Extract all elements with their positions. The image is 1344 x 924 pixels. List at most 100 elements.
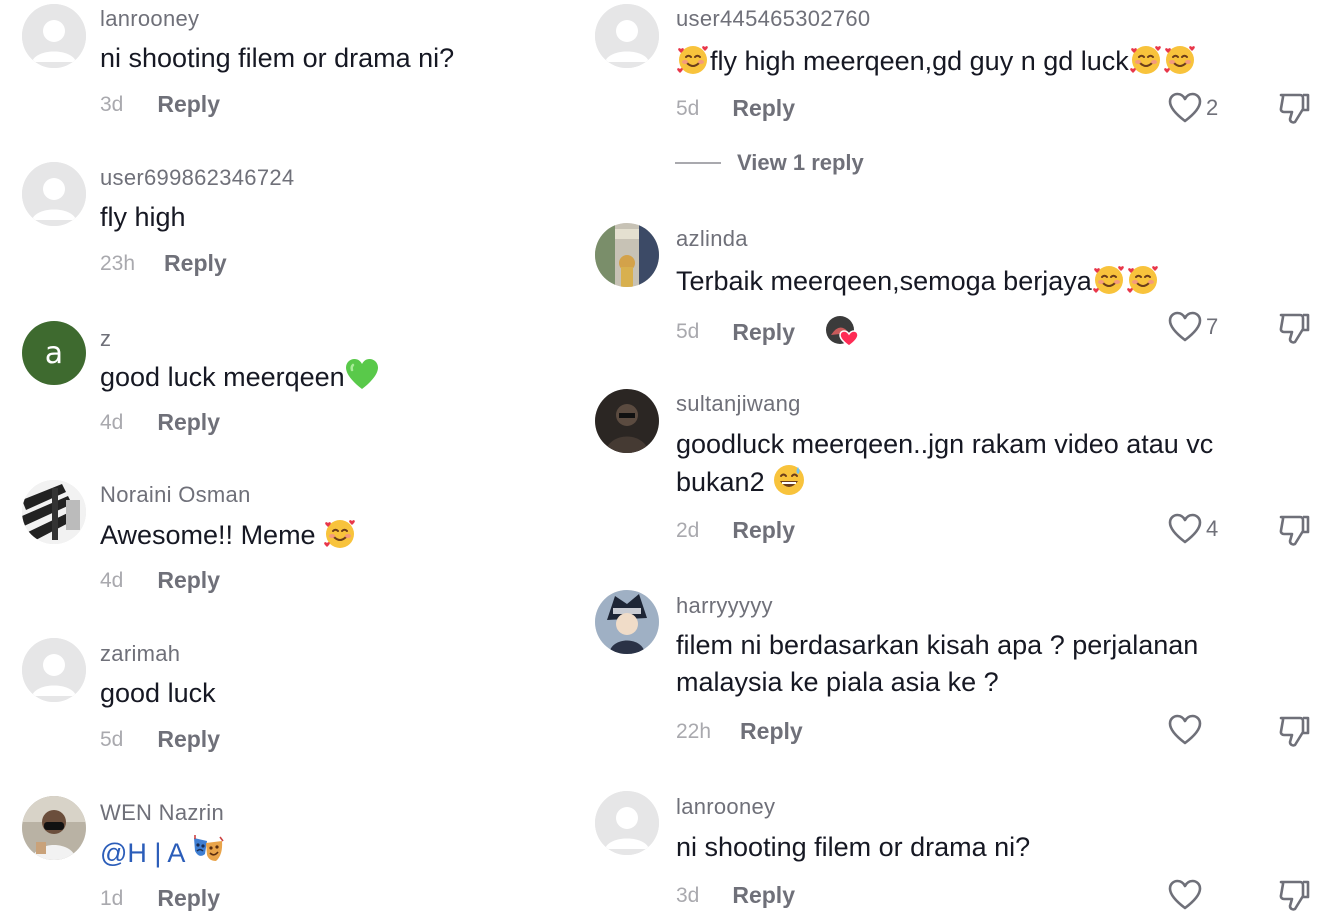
- comment-text: filem ni berdasarkan kisah apa ? perjala…: [676, 627, 1316, 701]
- like-button[interactable]: 7: [1168, 311, 1218, 343]
- comment-text-content: Awesome!! Meme: [100, 520, 324, 550]
- comment-username[interactable]: user699862346724: [100, 165, 294, 191]
- comment-timestamp: 5d: [676, 320, 700, 343]
- comment-username[interactable]: sultanjiwang: [676, 391, 801, 417]
- comment-text-content: Terbaik meerqeen,semoga berjaya: [676, 266, 1092, 296]
- avatar[interactable]: [595, 791, 659, 855]
- heart-outline-icon: [1168, 714, 1202, 746]
- reply-button[interactable]: Reply: [157, 885, 220, 912]
- default-avatar-icon: [22, 162, 86, 226]
- smiling-face-with-hearts-emoji: [1126, 262, 1160, 296]
- comment-timestamp: 23h: [100, 251, 136, 275]
- reply-button[interactable]: Reply: [157, 567, 220, 594]
- reply-button[interactable]: Reply: [157, 91, 220, 118]
- reply-button[interactable]: Reply: [732, 95, 795, 122]
- avatar[interactable]: [22, 796, 86, 860]
- mention-link[interactable]: @H | A: [100, 838, 191, 868]
- default-avatar-icon: [595, 4, 659, 68]
- avatar[interactable]: [22, 4, 86, 68]
- dislike-button[interactable]: [1278, 878, 1310, 912]
- reply-button[interactable]: Reply: [157, 409, 220, 436]
- comment-timestamp: 4d: [100, 568, 124, 592]
- comment-meta: 22h Reply: [676, 718, 803, 745]
- comment-text: fly high meerqeen,gd guy n gd luck: [676, 42, 1197, 80]
- comment-item: lanrooney ni shooting filem or drama ni?…: [575, 788, 1344, 924]
- avatar[interactable]: [22, 162, 86, 226]
- reply-button[interactable]: Reply: [732, 882, 795, 909]
- reply-button[interactable]: Reply: [157, 726, 220, 753]
- comment-meta: 3d Reply: [676, 882, 795, 909]
- dislike-button[interactable]: [1278, 311, 1310, 345]
- comment-username[interactable]: zarimah: [100, 641, 180, 667]
- comment-text-content: good luck meerqeen: [100, 362, 345, 392]
- avatar[interactable]: [595, 590, 659, 654]
- photo-avatar-icon: [22, 480, 86, 544]
- comment-text: good luck: [100, 678, 216, 708]
- reply-button[interactable]: Reply: [740, 718, 803, 745]
- comment-timestamp: 3d: [100, 92, 124, 116]
- avatar[interactable]: [595, 389, 659, 453]
- comment-meta: 3d Reply: [100, 91, 220, 118]
- reply-button[interactable]: Reply: [164, 250, 227, 277]
- avatar[interactable]: [595, 223, 659, 287]
- avatar[interactable]: a: [22, 321, 86, 385]
- view-replies-button[interactable]: View 1 reply: [675, 150, 864, 176]
- like-button[interactable]: 2: [1168, 92, 1218, 124]
- smiling-face-with-hearts-emoji: [1163, 42, 1197, 76]
- comment-timestamp: 1d: [100, 886, 124, 910]
- comment-text-line: bukan2: [676, 467, 773, 497]
- comment-timestamp: 2d: [676, 518, 700, 542]
- comment-username[interactable]: z: [100, 326, 111, 352]
- like-count: 4: [1206, 516, 1219, 541]
- comment-meta: 1d Reply: [100, 885, 220, 912]
- comment-text: @H | A: [100, 834, 225, 872]
- dislike-button[interactable]: [1278, 91, 1310, 125]
- reply-button[interactable]: Reply: [732, 319, 795, 346]
- view-replies-label: View 1 reply: [737, 150, 864, 175]
- reply-button[interactable]: Reply: [732, 517, 795, 544]
- smiling-face-with-hearts-emoji: [676, 42, 710, 76]
- comment-text-line: malaysia ke piala asia ke ?: [676, 667, 999, 697]
- like-count: 7: [1206, 314, 1219, 339]
- comment-username[interactable]: azlinda: [676, 226, 748, 252]
- comment-username[interactable]: harryyyyy: [676, 593, 773, 619]
- creator-avatar-icon: [826, 316, 859, 347]
- dislike-icon: [1278, 714, 1310, 748]
- heart-outline-icon: [1168, 92, 1202, 124]
- comment-meta: 4d Reply: [100, 409, 220, 436]
- comment-item: user445465302760 fly high meerqeen,gd gu…: [575, 0, 1344, 190]
- comment-item: Noraini Osman Awesome!! Meme 4d Reply: [0, 476, 560, 626]
- like-button[interactable]: [1168, 714, 1202, 746]
- like-button[interactable]: [1168, 879, 1202, 911]
- heart-outline-icon: [1168, 513, 1202, 545]
- comment-timestamp: 5d: [100, 727, 124, 751]
- like-button[interactable]: 4: [1168, 513, 1218, 545]
- comment-username[interactable]: lanrooney: [100, 6, 199, 32]
- comment-text: ni shooting filem or drama ni?: [676, 832, 1031, 862]
- avatar[interactable]: [595, 4, 659, 68]
- avatar-letter: a: [44, 335, 64, 371]
- comment-item: azlinda Terbaik meerqeen,semoga berjaya …: [575, 220, 1344, 380]
- comment-text-line: filem ni berdasarkan kisah apa ? perjala…: [676, 630, 1199, 660]
- photo-avatar-icon: [22, 796, 86, 860]
- comment-username[interactable]: lanrooney: [676, 794, 775, 820]
- comment-timestamp: 3d: [676, 883, 700, 907]
- comment-timestamp: 22h: [676, 719, 712, 743]
- smiling-face-with-hearts-emoji: [323, 516, 357, 550]
- default-avatar-icon: [22, 638, 86, 702]
- comment-username[interactable]: Noraini Osman: [100, 482, 251, 508]
- heart-outline-icon: [1168, 311, 1202, 343]
- comment-meta: 5d Reply: [676, 95, 795, 122]
- comment-item: harryyyyy filem ni berdasarkan kisah apa…: [575, 587, 1344, 787]
- comment-text-content: fly high meerqeen,gd guy n gd luck: [710, 46, 1129, 76]
- dislike-button[interactable]: [1278, 714, 1310, 748]
- green-heart-emoji: [345, 358, 379, 392]
- comment-username[interactable]: WEN Nazrin: [100, 800, 224, 826]
- comment-item: zarimah good luck 5d Reply: [0, 634, 560, 784]
- comment-username[interactable]: user445465302760: [676, 6, 870, 32]
- creator-liked-badge: [825, 315, 859, 349]
- avatar[interactable]: [22, 480, 86, 544]
- comment-item: WEN Nazrin @H | A 1d Reply: [0, 793, 560, 924]
- avatar[interactable]: [22, 638, 86, 702]
- dislike-button[interactable]: [1278, 513, 1310, 547]
